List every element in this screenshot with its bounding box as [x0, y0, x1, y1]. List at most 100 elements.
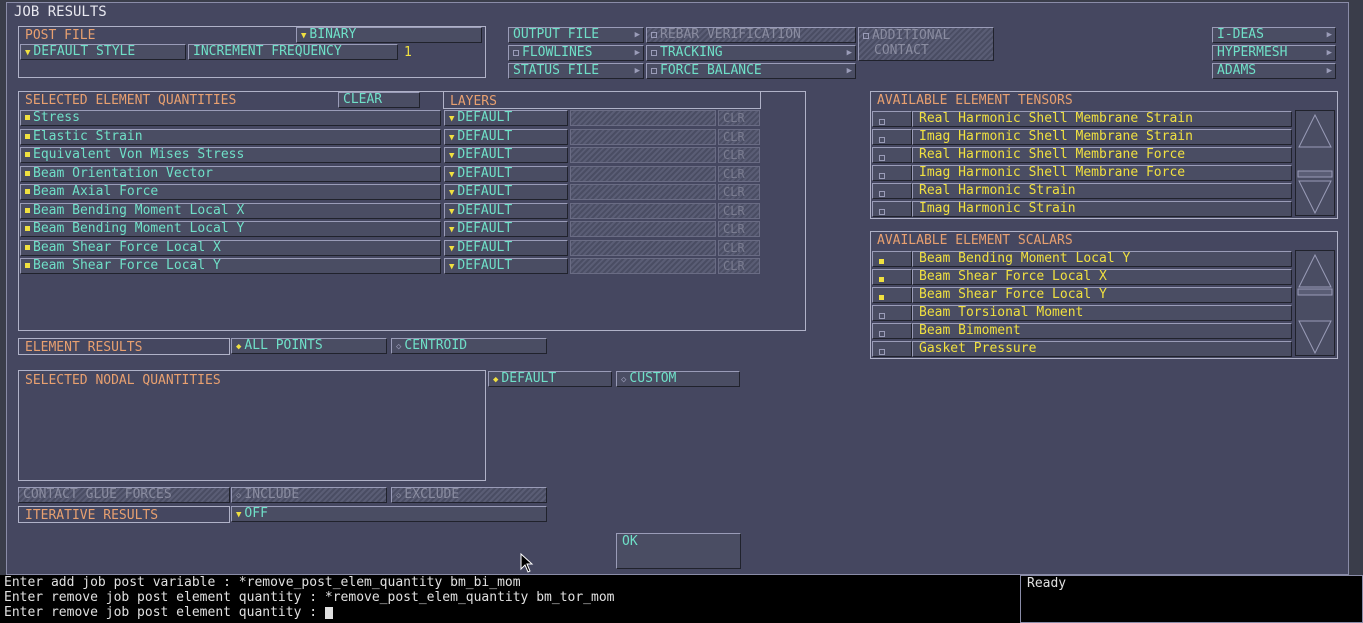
tensors-scrollbar[interactable]	[1295, 110, 1335, 216]
scalar-item[interactable]: Beam Bimoment	[912, 323, 1292, 339]
increment-frequency-value[interactable]: 1	[404, 45, 412, 60]
clr-button: CLR	[718, 258, 760, 274]
scalar-item[interactable]: Beam Torsional Moment	[912, 305, 1292, 321]
tensor-checkbox[interactable]	[872, 165, 912, 181]
scalar-checkbox[interactable]	[872, 323, 912, 339]
tensor-checkbox[interactable]	[872, 111, 912, 127]
console-input-line[interactable]: Enter remove job post element quantity :	[0, 605, 1020, 620]
selected-icon	[25, 133, 30, 139]
selected-element-row[interactable]: Beam Bending Moment Local Y	[20, 221, 441, 237]
post-file-label: POST FILE	[25, 28, 96, 43]
radio-off-icon: ◇	[621, 375, 627, 385]
tensor-item[interactable]: Imag Harmonic Shell Membrane Strain	[912, 129, 1292, 145]
hypermesh-label: HYPERMESH	[1217, 45, 1288, 60]
hypermesh-button[interactable]: HYPERMESH ▶	[1212, 45, 1336, 61]
nodal-default-button[interactable]: ◆ DEFAULT	[488, 371, 612, 387]
layer-label: DEFAULT	[457, 110, 513, 125]
status-file-button[interactable]: STATUS FILE ▶	[508, 63, 644, 79]
radio-off-icon: ◇	[396, 342, 402, 352]
checkbox-icon	[879, 136, 885, 143]
tensor-checkbox[interactable]	[872, 183, 912, 199]
scalar-checkbox[interactable]	[872, 305, 912, 321]
rebar-verification-button: REBAR VERIFICATION	[646, 27, 856, 43]
status-file-label: STATUS FILE	[513, 63, 600, 78]
layer-selector[interactable]: ▼ DEFAULT	[444, 239, 568, 256]
selected-icon	[25, 226, 30, 231]
clr-button: CLR	[718, 221, 760, 237]
ok-button[interactable]: OK	[616, 533, 741, 569]
layer-field	[570, 147, 716, 163]
radio-off-icon: ◇	[236, 491, 242, 501]
radio-on-icon: ◆	[236, 342, 242, 352]
scalar-item[interactable]: Gasket Pressure	[912, 341, 1292, 357]
dialog-title: JOB RESULTS	[14, 4, 107, 20]
tracking-button[interactable]: TRACKING ▶	[646, 45, 856, 61]
selected-element-label: Beam Axial Force	[33, 184, 159, 199]
text-cursor	[324, 606, 333, 619]
selected-element-row[interactable]: Equivalent Von Mises Stress	[20, 147, 441, 163]
tensor-item[interactable]: Real Harmonic Strain	[912, 183, 1292, 199]
iterative-results-label: ITERATIVE RESULTS	[25, 508, 159, 523]
layer-selector[interactable]: ▼ DEFAULT	[444, 258, 568, 274]
selected-element-row[interactable]: Beam Orientation Vector	[20, 165, 441, 182]
layer-selector[interactable]: ▼ DEFAULT	[444, 221, 568, 237]
layer-selector[interactable]: ▼ DEFAULT	[444, 184, 568, 200]
scalar-item[interactable]: Beam Shear Force Local Y	[912, 287, 1292, 303]
nodal-default-label: DEFAULT	[501, 371, 557, 386]
selected-element-label: Equivalent Von Mises Stress	[33, 147, 245, 162]
selected-element-row[interactable]: Elastic Strain	[20, 128, 441, 145]
tensor-item[interactable]: Imag Harmonic Strain	[912, 201, 1292, 217]
toggle-icon: ▼	[449, 225, 455, 235]
default-style-button[interactable]: ▼ DEFAULT STYLE	[20, 44, 186, 60]
layer-selector[interactable]: ▼ DEFAULT	[444, 128, 568, 145]
toggle-icon: ▼	[449, 262, 455, 272]
layer-selector[interactable]: ▼ DEFAULT	[444, 110, 568, 126]
centroid-button[interactable]: ◇ CENTROID	[391, 338, 547, 354]
selected-element-row[interactable]: Beam Shear Force Local Y	[20, 258, 441, 274]
increment-frequency-button[interactable]: INCREMENT FREQUENCY	[188, 44, 398, 60]
scalar-checkbox[interactable]	[872, 269, 912, 285]
tensor-checkbox[interactable]	[872, 129, 912, 145]
toggle-icon: ▼	[236, 510, 242, 520]
post-format-button[interactable]: ▼ BINARY	[296, 27, 482, 43]
selected-element-row[interactable]: Stress	[20, 110, 441, 126]
selected-element-row[interactable]: Beam Axial Force	[20, 184, 441, 200]
selected-element-label: Beam Shear Force Local X	[33, 239, 221, 255]
arrow-right-icon: ▶	[1326, 30, 1332, 40]
default-style-label: DEFAULT STYLE	[33, 44, 136, 59]
iterative-results-toggle[interactable]: ▼ OFF	[231, 506, 547, 522]
selected-element-row[interactable]: Beam Bending Moment Local X	[20, 202, 441, 219]
force-balance-button[interactable]: FORCE BALANCE ▶	[646, 63, 856, 79]
scalar-checkbox[interactable]	[872, 341, 912, 357]
nodal-custom-button[interactable]: ◇ CUSTOM	[616, 371, 740, 387]
scalar-item[interactable]: Beam Bending Moment Local Y	[912, 251, 1292, 267]
scalars-scrollbar[interactable]	[1295, 250, 1335, 356]
all-points-label: ALL POINTS	[244, 338, 323, 353]
flowlines-button[interactable]: FLOWLINES ▶	[508, 45, 644, 61]
all-points-button[interactable]: ◆ ALL POINTS	[231, 338, 387, 354]
selected-element-row[interactable]: Beam Shear Force Local X	[20, 239, 441, 256]
layer-selector[interactable]: ▼ DEFAULT	[444, 165, 568, 182]
command-console[interactable]: Enter add job post variable : *remove_po…	[0, 575, 1020, 623]
output-file-button[interactable]: OUTPUT FILE ▶	[508, 27, 644, 43]
ideas-button[interactable]: I-DEAS ▶	[1212, 27, 1336, 43]
selected-icon	[25, 152, 30, 157]
scalar-checkbox[interactable]	[872, 251, 912, 267]
layer-selector[interactable]: ▼ DEFAULT	[444, 202, 568, 219]
selected-icon	[25, 189, 30, 194]
scalar-checkbox[interactable]	[872, 287, 912, 303]
tensor-checkbox[interactable]	[872, 147, 912, 163]
scalar-item[interactable]: Beam Shear Force Local X	[912, 269, 1292, 285]
selected-elements-header: SELECTED ELEMENT QUANTITIES	[25, 93, 237, 108]
selected-element-label: Elastic Strain	[33, 128, 143, 144]
tensor-item[interactable]: Imag Harmonic Shell Membrane Force	[912, 165, 1292, 181]
selected-element-label: Stress	[33, 110, 80, 125]
contact-label: CONTACT	[874, 43, 929, 58]
layer-selector[interactable]: ▼ DEFAULT	[444, 147, 568, 163]
layer-label: DEFAULT	[457, 258, 513, 273]
clear-button[interactable]: CLEAR	[338, 92, 420, 108]
tensor-item[interactable]: Real Harmonic Shell Membrane Strain	[912, 111, 1292, 127]
tensor-item[interactable]: Real Harmonic Shell Membrane Force	[912, 147, 1292, 163]
tensor-checkbox[interactable]	[872, 201, 912, 217]
adams-button[interactable]: ADAMS ▶	[1212, 63, 1336, 79]
